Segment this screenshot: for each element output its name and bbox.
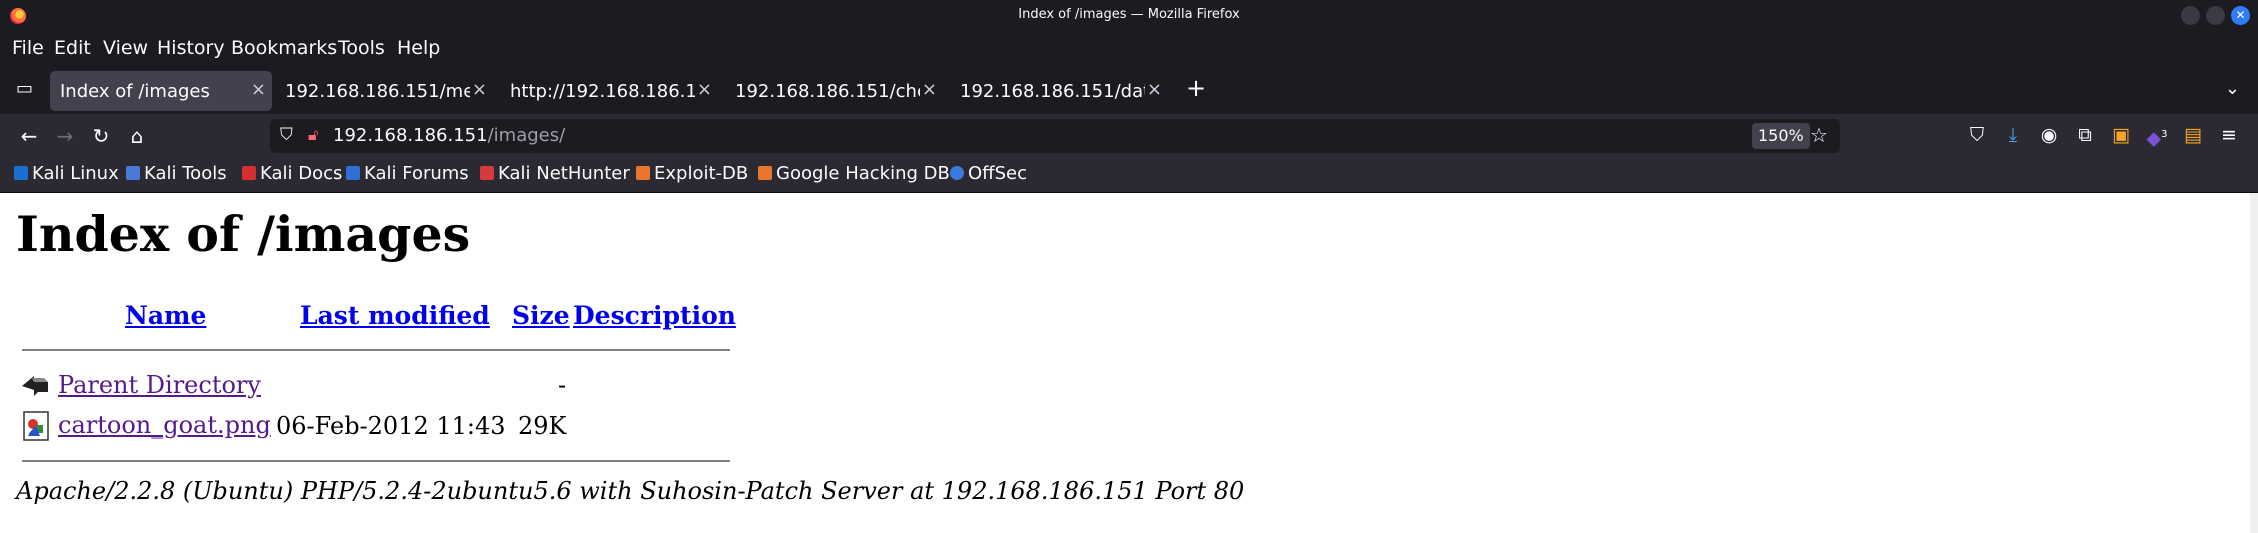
- header-divider: [22, 349, 730, 351]
- menu-edit[interactable]: Edit: [54, 37, 91, 59]
- bookmark-label: Kali Linux: [32, 163, 119, 184]
- page-content: Index of /images Name Last modified Size…: [0, 193, 2250, 533]
- tab-members[interactable]: 192.168.186.151/memb ×: [275, 71, 493, 111]
- window-titlebar: Index of /images — Mozilla Firefox ✕: [0, 0, 2258, 32]
- back-arrow-icon: [22, 376, 48, 396]
- tab-close-icon[interactable]: ×: [697, 79, 712, 100]
- foxyproxy-icon[interactable]: ◆3: [2144, 122, 2170, 149]
- row-size: 29K: [518, 412, 567, 440]
- url-path: /images/: [487, 125, 566, 146]
- pocket-icon[interactable]: ⛉: [1964, 122, 1990, 148]
- close-window-button[interactable]: ✕: [2231, 6, 2250, 25]
- bookmark-label: Kali Forums: [364, 163, 469, 184]
- tab-check[interactable]: 192.168.186.151/check ×: [725, 71, 943, 111]
- bookmark-label: Exploit-DB: [654, 163, 749, 184]
- url-host: 192.168.186.151: [333, 125, 488, 146]
- tab-root[interactable]: http://192.168.186.151/ ×: [500, 71, 718, 111]
- bookmark-kali-linux[interactable]: Kali Linux: [14, 163, 119, 184]
- kali-tools-icon: [126, 166, 140, 180]
- page-scrollbar[interactable]: [2250, 193, 2258, 533]
- bookmark-google-hacking-db[interactable]: Google Hacking DB: [758, 163, 950, 184]
- minimize-button[interactable]: [2181, 6, 2200, 25]
- firefox-view-icon[interactable]: ▭: [16, 78, 36, 99]
- burp-extension-icon[interactable]: ▣: [2108, 122, 2134, 148]
- tab-close-icon[interactable]: ×: [472, 79, 487, 100]
- url-bar[interactable]: ⛉ 🔓︎ 192.168.186.151/images/ 150% ☆: [270, 119, 1840, 153]
- account-icon[interactable]: ◉: [2036, 122, 2062, 148]
- bookmark-exploit-db[interactable]: Exploit-DB: [636, 163, 748, 184]
- menu-bar: File Edit View History Bookmarks Tools H…: [0, 32, 2258, 66]
- bookmark-label: Kali Docs: [260, 163, 343, 184]
- wappalyzer-icon[interactable]: ▤: [2180, 122, 2206, 148]
- bookmark-label: OffSec: [968, 163, 1027, 184]
- tab-label: http://192.168.186.151/: [510, 81, 695, 102]
- bookmark-kali-forums[interactable]: Kali Forums: [346, 163, 469, 184]
- exploit-db-icon: [636, 166, 650, 180]
- offsec-icon: [950, 166, 964, 180]
- tab-label: Index of /images: [60, 81, 210, 102]
- bookmark-kali-nethunter[interactable]: Kali NetHunter: [480, 163, 630, 184]
- url-text[interactable]: 192.168.186.151/images/: [333, 125, 565, 146]
- bookmarks-toolbar: Kali Linux Kali Tools Kali Docs Kali For…: [0, 158, 2258, 193]
- menu-bookmarks[interactable]: Bookmarks: [231, 37, 337, 59]
- extensions-icon[interactable]: ⧉: [2072, 122, 2098, 148]
- menu-history[interactable]: History: [157, 37, 225, 59]
- tab-label: 192.168.186.151/memb: [285, 81, 470, 102]
- home-button[interactable]: ⌂: [122, 121, 152, 151]
- bookmark-kali-docs[interactable]: Kali Docs: [242, 163, 342, 184]
- parent-directory-link[interactable]: Parent Directory: [58, 371, 261, 399]
- new-tab-button[interactable]: +: [1186, 74, 1206, 102]
- bookmark-label: Google Hacking DB: [776, 163, 950, 184]
- zoom-level-button[interactable]: 150%: [1752, 123, 1810, 149]
- nethunter-icon: [480, 166, 494, 180]
- tracking-protection-shield-icon[interactable]: ⛉: [280, 125, 293, 145]
- menu-help[interactable]: Help: [397, 37, 440, 59]
- navigation-toolbar: ← → ↻ ⌂ ⛉ 🔓︎ 192.168.186.151/images/ 150…: [0, 114, 2258, 158]
- downloads-icon[interactable]: ⤓: [2000, 122, 2026, 148]
- column-header-description[interactable]: Description: [573, 301, 736, 330]
- column-header-name[interactable]: Name: [125, 301, 206, 330]
- ghdb-icon: [758, 166, 772, 180]
- tab-close-icon[interactable]: ×: [922, 79, 937, 100]
- column-header-size[interactable]: Size: [512, 301, 570, 330]
- tab-close-icon[interactable]: ×: [1147, 79, 1162, 100]
- kali-forums-icon: [346, 166, 360, 180]
- server-signature: Apache/2.2.8 (Ubuntu) PHP/5.2.4-2ubuntu5…: [16, 477, 1245, 505]
- menu-view[interactable]: View: [103, 37, 148, 59]
- bookmark-offsec[interactable]: OffSec: [950, 163, 1027, 184]
- row-size: -: [558, 371, 567, 399]
- window-controls: ✕: [2181, 6, 2250, 25]
- bookmark-label: Kali NetHunter: [498, 163, 630, 184]
- image-file-icon: [23, 411, 49, 441]
- list-all-tabs-icon[interactable]: ⌄: [2225, 78, 2240, 99]
- tab-index-of-images[interactable]: Index of /images ×: [50, 71, 272, 111]
- tab-label: 192.168.186.151/datab: [960, 81, 1145, 102]
- app-menu-icon[interactable]: ≡: [2216, 122, 2242, 148]
- maximize-button[interactable]: [2206, 6, 2225, 25]
- forward-button[interactable]: →: [50, 121, 80, 151]
- tab-bar: ▭ Index of /images × 192.168.186.151/mem…: [0, 66, 2258, 114]
- tab-database[interactable]: 192.168.186.151/datab ×: [950, 71, 1168, 111]
- window-title: Index of /images — Mozilla Firefox: [1018, 7, 1240, 22]
- insecure-lock-icon[interactable]: 🔓︎: [308, 125, 318, 145]
- extension-badge: 3: [2161, 129, 2168, 140]
- kali-dragon-icon: [14, 166, 28, 180]
- tab-label: 192.168.186.151/check: [735, 81, 920, 102]
- bookmark-kali-tools[interactable]: Kali Tools: [126, 163, 227, 184]
- page-title: Index of /images: [16, 205, 471, 263]
- tab-close-icon[interactable]: ×: [251, 79, 266, 100]
- back-button[interactable]: ←: [14, 121, 44, 151]
- menu-file[interactable]: File: [12, 37, 44, 59]
- file-link-cartoon-goat[interactable]: cartoon_goat.png: [58, 411, 271, 439]
- column-header-last-modified[interactable]: Last modified: [300, 301, 490, 330]
- bookmark-star-icon[interactable]: ☆: [1810, 123, 1828, 147]
- kali-docs-icon: [242, 166, 256, 180]
- menu-tools[interactable]: Tools: [338, 37, 385, 59]
- footer-divider: [22, 460, 730, 462]
- row-modified: 06-Feb-2012 11:43: [276, 412, 506, 440]
- bookmark-label: Kali Tools: [144, 163, 227, 184]
- reload-button[interactable]: ↻: [86, 121, 116, 151]
